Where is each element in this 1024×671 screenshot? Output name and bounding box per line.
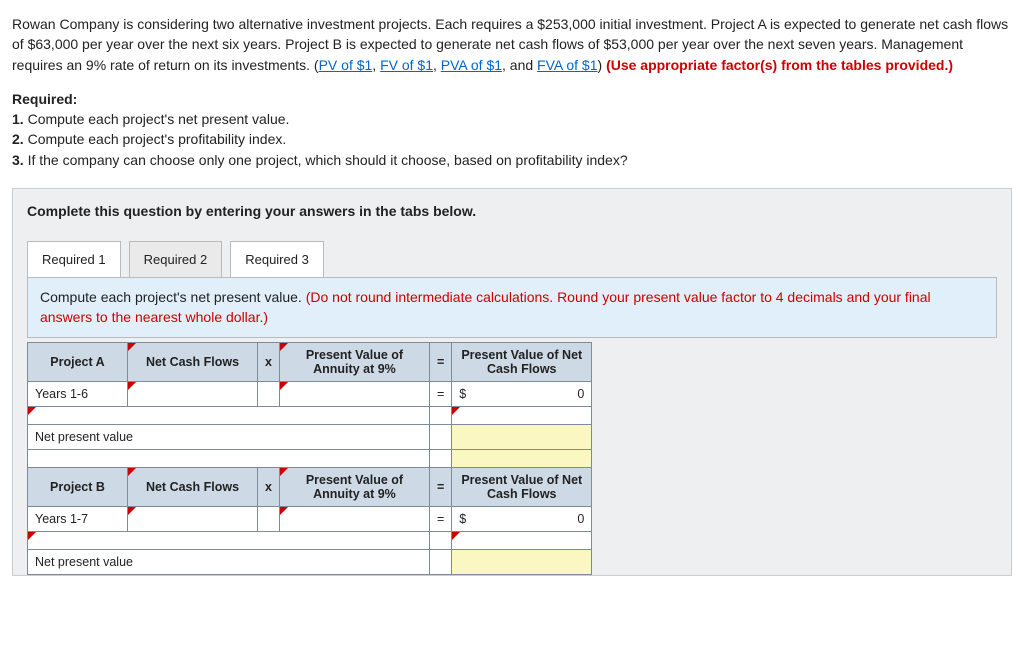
row-years-b-label: Years 1-7	[28, 507, 128, 532]
hdr-pvn-b: Present Value of Net Cash Flows	[452, 468, 592, 507]
input-ncf-a[interactable]	[128, 382, 258, 407]
val-pvn-a: $0	[452, 382, 592, 407]
tab-content-prompt: Compute each project's net present value…	[27, 277, 997, 338]
val-npv-a	[452, 425, 592, 450]
input-extra-a1[interactable]	[28, 407, 430, 425]
required-2: 2. Compute each project's profitability …	[12, 129, 1012, 149]
required-3: 3. If the company can choose only one pr…	[12, 150, 1012, 170]
hdr-project-b: Project B	[28, 468, 128, 507]
fv-link[interactable]: FV of $1	[380, 57, 433, 73]
hdr-pvn-a: Present Value of Net Cash Flows	[452, 343, 592, 382]
input-extra-b1[interactable]	[28, 532, 430, 550]
hdr-ncf-a[interactable]: Net Cash Flows	[128, 343, 258, 382]
op-x-b	[258, 507, 280, 532]
tabs-row: Required 1 Required 2 Required 3	[27, 241, 997, 277]
tabs-container: Complete this question by entering your …	[12, 188, 1012, 576]
hdr-eq-b: =	[429, 468, 451, 507]
spacer-a	[28, 450, 430, 468]
required-heading: Required:	[12, 89, 1012, 109]
hdr-ncf-b[interactable]: Net Cash Flows	[128, 468, 258, 507]
required-block: Required: 1. 1. Compute each project's n…	[12, 89, 1012, 170]
use-tables-note: (Use appropriate factor(s) from the tabl…	[606, 57, 953, 73]
fva-link[interactable]: FVA of $1	[537, 57, 597, 73]
hdr-x-a: x	[258, 343, 280, 382]
tab-prompt-a: Compute each project's net present value…	[40, 289, 306, 305]
val-pvn-b: $0	[452, 507, 592, 532]
dropdown-icon	[280, 343, 288, 351]
dropdown-icon	[452, 407, 460, 415]
spacer-a-v	[452, 450, 592, 468]
hdr-x-b: x	[258, 468, 280, 507]
input-extra-a1v[interactable]	[452, 407, 592, 425]
tab-required-1[interactable]: Required 1	[27, 241, 121, 277]
input-ncf-b[interactable]	[128, 507, 258, 532]
tabs-instruction: Complete this question by entering your …	[27, 203, 997, 219]
dropdown-icon	[28, 407, 36, 415]
dropdown-icon	[280, 507, 288, 515]
row-years-a-label: Years 1-6	[28, 382, 128, 407]
val-npv-b	[452, 550, 592, 575]
input-extra-b1v[interactable]	[452, 532, 592, 550]
hdr-pva-b[interactable]: Present Value of Annuity at 9%	[279, 468, 429, 507]
dropdown-icon	[28, 532, 36, 540]
dropdown-icon	[452, 532, 460, 540]
hdr-project-a: Project A	[28, 343, 128, 382]
problem-statement: Rowan Company is considering two alterna…	[12, 14, 1012, 75]
tab-required-2[interactable]: Required 2	[129, 241, 223, 277]
op-x-a	[258, 382, 280, 407]
row-npv-b-label: Net present value	[28, 550, 430, 575]
dropdown-icon	[280, 468, 288, 476]
row-npv-a-label: Net present value	[28, 425, 430, 450]
hdr-eq-a: =	[429, 343, 451, 382]
hdr-pva-a[interactable]: Present Value of Annuity at 9%	[279, 343, 429, 382]
dropdown-icon	[128, 507, 136, 515]
dropdown-icon	[280, 382, 288, 390]
pv-link[interactable]: PV of $1	[319, 57, 373, 73]
input-pva-b[interactable]	[279, 507, 429, 532]
required-1: 1. 1. Compute each project's net present…	[12, 109, 1012, 129]
input-pva-a[interactable]	[279, 382, 429, 407]
table-project-b: Project B Net Cash Flows x Present Value…	[27, 467, 592, 575]
table-project-a: Project A Net Cash Flows x Present Value…	[27, 342, 592, 468]
op-eq-a: =	[429, 382, 451, 407]
tab-required-3[interactable]: Required 3	[230, 241, 324, 277]
dropdown-icon	[128, 382, 136, 390]
op-eq-b: =	[429, 507, 451, 532]
pva-link[interactable]: PVA of $1	[441, 57, 502, 73]
dropdown-icon	[128, 468, 136, 476]
worksheet: Project A Net Cash Flows x Present Value…	[27, 342, 997, 575]
dropdown-icon	[128, 343, 136, 351]
